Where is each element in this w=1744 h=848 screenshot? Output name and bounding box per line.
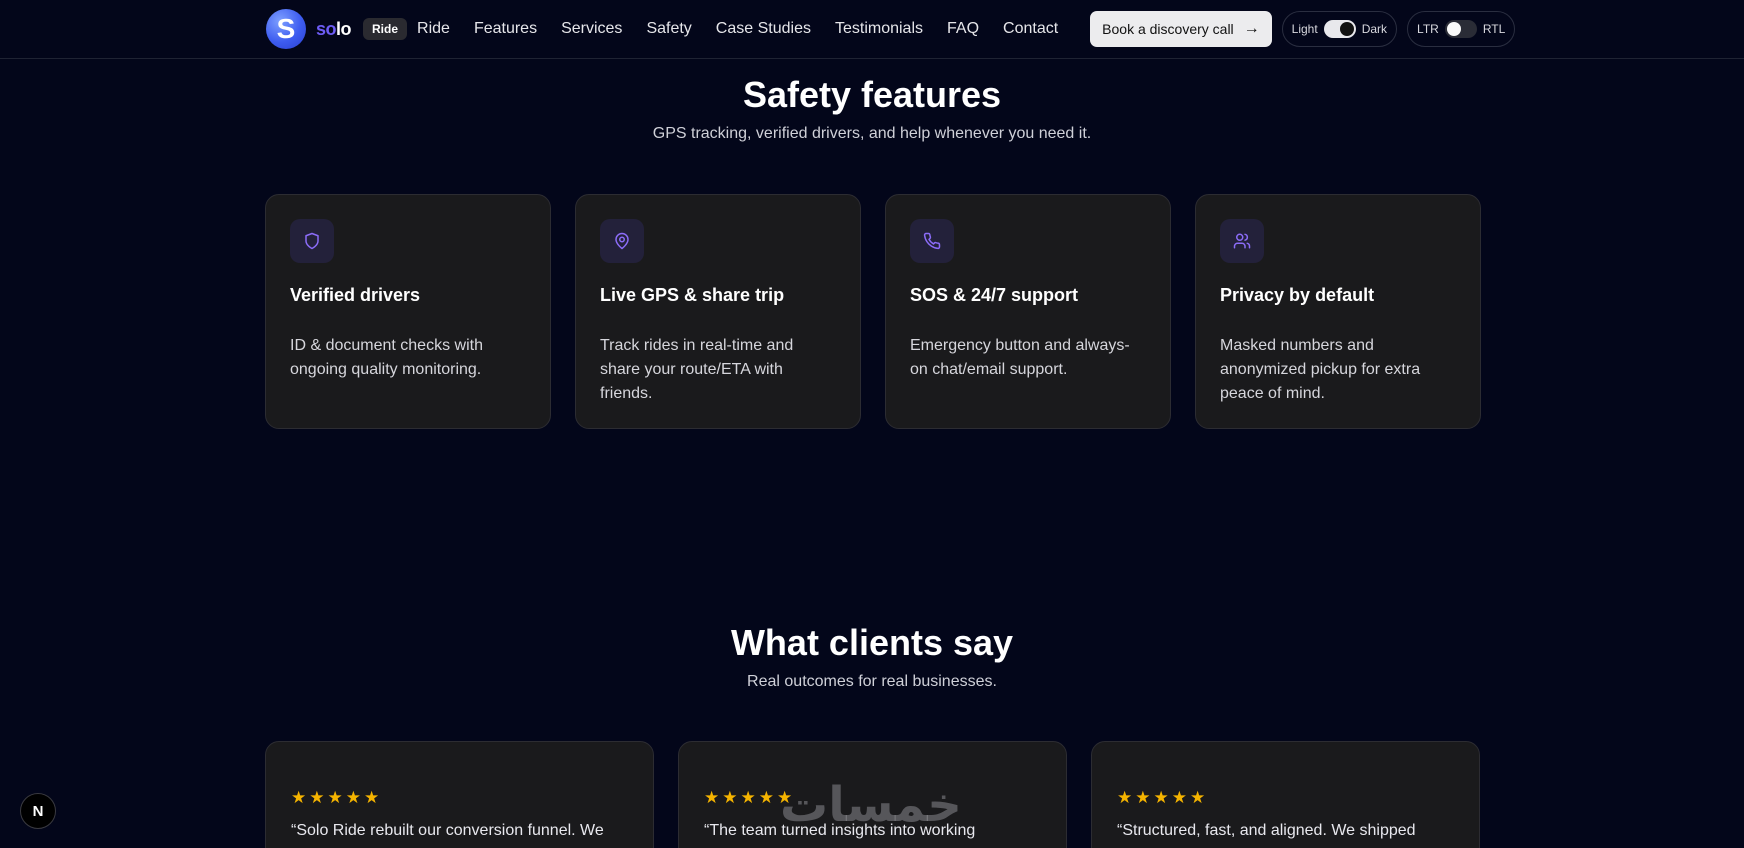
logo-icon: S [266,9,306,49]
star-icon: ★ [291,788,307,807]
feature-desc: Masked numbers and anonymized pickup for… [1220,337,1421,402]
testimonials-subtitle: Real outcomes for real businesses. [747,673,997,690]
users-icon [1220,219,1264,263]
feature-title: Live GPS & share trip [600,285,785,305]
feature-title: Verified drivers [290,285,421,305]
nextjs-dev-badge[interactable]: N [20,793,56,829]
star-icon: ★ [740,788,756,807]
star-icon: ★ [1171,788,1187,807]
star-rating: ★ ★ ★ ★ ★ [291,789,629,806]
nav-case-studies[interactable]: Case Studies [716,20,811,38]
star-icon: ★ [327,788,343,807]
star-icon: ★ [1153,788,1169,807]
feature-desc: ID & document checks with ongoing qualit… [290,337,483,378]
logo-text-suffix: lo [336,18,352,39]
star-icon: ★ [1190,788,1206,807]
feature-card-live-gps: Live GPS & share trip Track rides in rea… [575,194,861,429]
star-icon: ★ [758,788,774,807]
star-icon: ★ [704,788,720,807]
logo-letter: S [276,13,296,44]
nav-safety[interactable]: Safety [646,20,691,38]
feature-card-verified-drivers: Verified drivers ID & document checks wi… [265,194,551,429]
nav-faq[interactable]: FAQ [947,20,979,38]
nav-testimonials[interactable]: Testimonials [835,20,923,38]
direction-toggle-ltr-label: LTR [1417,22,1439,36]
direction-switch[interactable] [1444,20,1477,38]
testimonial-card: ★ ★ ★ ★ ★ “Solo Ride rebuilt our convers… [265,741,654,848]
feature-title: Privacy by default [1220,285,1375,305]
safety-title: Safety features [742,74,1002,115]
feature-desc: Track rides in real-time and share your … [600,337,794,402]
logo[interactable]: S solo [266,9,352,49]
phone-icon [910,219,954,263]
star-icon: ★ [345,788,361,807]
star-icon: ★ [722,788,738,807]
testimonials-title: What clients say [730,622,1014,663]
nav-services[interactable]: Services [561,20,622,38]
logo-text-prefix: so [316,18,337,39]
nav-ride[interactable]: Ride [417,20,450,38]
theme-switch[interactable] [1323,20,1356,38]
theme-toggle[interactable]: Light Dark [1281,11,1398,47]
feature-card-privacy: Privacy by default Masked numbers and an… [1195,194,1481,429]
cta-label: Book a discovery call [1102,21,1234,37]
safety-subtitle: GPS tracking, verified drivers, and help… [652,125,1092,142]
testimonial-quote: “Structured, fast, and aligned. We shipp… [1117,822,1416,839]
map-pin-icon [600,219,644,263]
main-nav: Ride Features Services Safety Case Studi… [417,20,1058,38]
testimonial-quote: “Solo Ride rebuilt our conversion funnel… [291,822,604,839]
feature-desc: Emergency button and always-on chat/emai… [910,337,1130,378]
feature-card-sos-support: SOS & 24/7 support Emergency button and … [885,194,1171,429]
shield-icon [290,219,334,263]
star-icon: ★ [1117,788,1133,807]
testimonial-card: ★ ★ ★ ★ ★ “Structured, fast, and aligned… [1091,741,1480,848]
safety-feature-list: Verified drivers ID & document checks wi… [265,194,1481,429]
star-icon: ★ [1135,788,1151,807]
star-icon: ★ [364,788,380,807]
star-icon: ★ [309,788,325,807]
direction-switch-knob [1446,22,1461,36]
brand-badge: Ride [363,18,408,40]
header-inner: S solo Ride Ride Features Services Safet… [266,0,1516,58]
site-header: S solo Ride Ride Features Services Safet… [0,0,1744,59]
arrow-right-icon: → [1243,20,1260,37]
theme-toggle-dark-label: Dark [1361,22,1388,36]
watermark: خمسات [780,777,962,833]
nav-features[interactable]: Features [474,20,537,38]
star-rating: ★ ★ ★ ★ ★ [1117,789,1455,806]
book-discovery-call-button[interactable]: Book a discovery call → [1090,11,1272,47]
feature-title: SOS & 24/7 support [910,285,1079,305]
direction-toggle-rtl-label: RTL [1482,22,1506,36]
direction-toggle[interactable]: LTR RTL [1407,11,1516,47]
theme-toggle-light-label: Light [1291,22,1318,36]
theme-switch-knob [1339,22,1354,36]
nav-contact[interactable]: Contact [1003,20,1058,38]
logo-text: solo [316,18,352,40]
